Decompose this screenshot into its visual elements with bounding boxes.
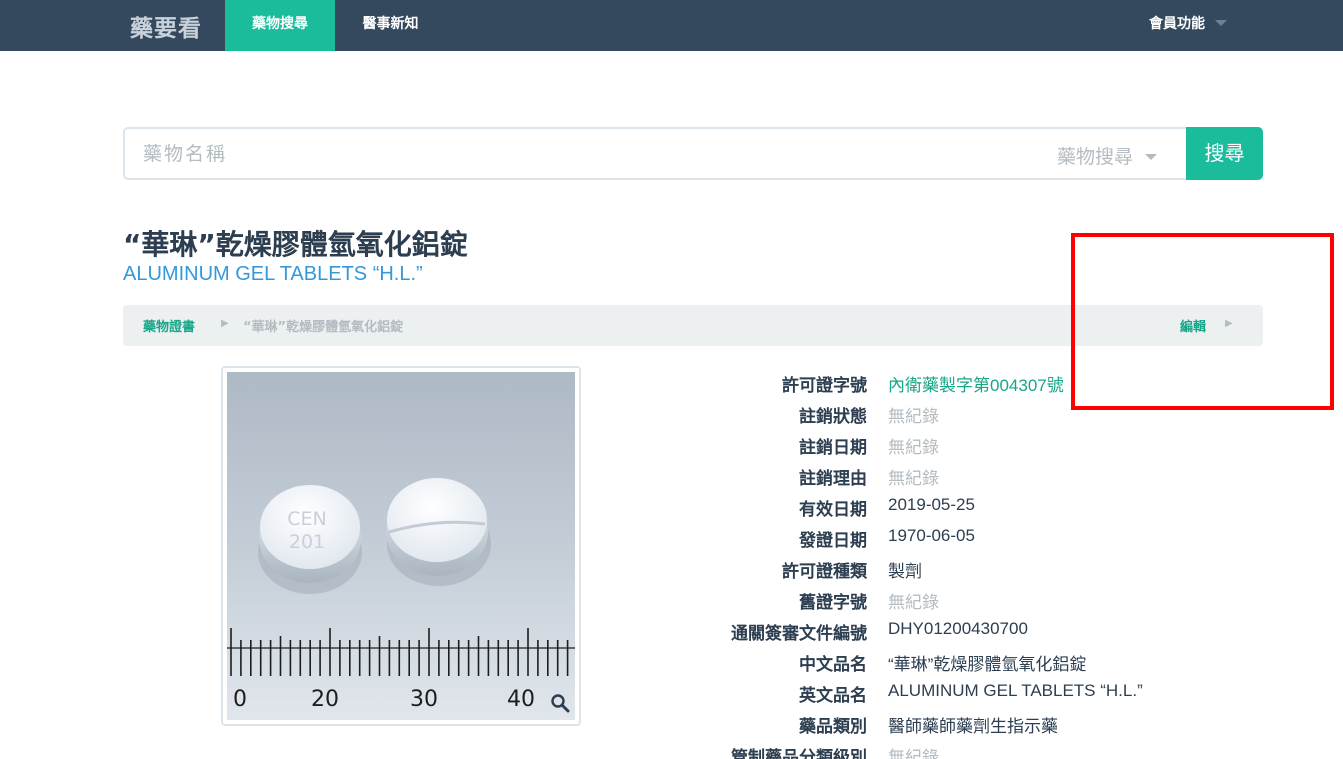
detail-value: DHY01200430700 xyxy=(888,619,1028,638)
nav-item-drug-search[interactable]: 藥物搜尋 xyxy=(225,0,335,51)
drug-image[interactable]: CEN 201 0 20 30 40 xyxy=(221,366,581,726)
search-button[interactable]: 搜尋 xyxy=(1186,127,1263,180)
ruler-label-30: 30 xyxy=(410,687,438,712)
ruler-label-0: 0 xyxy=(233,687,247,712)
detail-value: 醫師藥師藥劑生指示藥 xyxy=(888,717,1058,736)
nav-item-medical-news[interactable]: 醫事新知 xyxy=(343,0,438,51)
top-navbar: 藥要看 藥物搜尋 醫事新知 會員功能 xyxy=(0,0,1343,51)
chevron-down-icon xyxy=(1215,20,1227,26)
detail-value: 2019-05-25 xyxy=(888,495,975,514)
detail-label: 管制藥品分類級別 xyxy=(731,748,867,759)
detail-label: 註銷理由 xyxy=(799,469,867,489)
detail-row: 英文品名 ALUMINUM GEL TABLETS “H.L.” xyxy=(600,676,1240,707)
breadcrumb-root-link[interactable]: 藥物證書 xyxy=(143,316,195,335)
detail-label: 註銷狀態 xyxy=(799,407,867,427)
brand-logo[interactable]: 藥要看 xyxy=(130,9,202,43)
detail-value: 無紀錄 xyxy=(888,469,939,488)
detail-label: 藥品類別 xyxy=(799,717,867,737)
detail-label: 有效日期 xyxy=(799,500,867,520)
chevron-down-icon xyxy=(1145,154,1158,160)
pill-imprint-line2: 201 xyxy=(289,531,325,553)
detail-label: 英文品名 xyxy=(799,686,867,706)
detail-row: 有效日期 2019-05-25 xyxy=(600,490,1240,521)
detail-row: 藥品類別 醫師藥師藥劑生指示藥 xyxy=(600,707,1240,738)
detail-row: 許可證種類 製劑 xyxy=(600,552,1240,583)
drug-photo: CEN 201 0 20 30 40 xyxy=(227,372,575,720)
search-type-select[interactable]: 藥物搜尋 xyxy=(1057,142,1158,169)
search-bar: 藥物搜尋 xyxy=(123,127,1187,180)
detail-row: 註銷日期 無紀錄 xyxy=(600,428,1240,459)
license-number-link[interactable]: 內衛藥製字第004307號 xyxy=(888,371,1064,396)
detail-value: 製劑 xyxy=(888,562,922,581)
nav-item-member-menu[interactable]: 會員功能 xyxy=(1128,0,1248,51)
search-input[interactable] xyxy=(143,129,993,178)
detail-row: 中文品名 “華琳”乾燥膠體氫氧化鋁錠 xyxy=(600,645,1240,676)
detail-value: 無紀錄 xyxy=(888,438,939,457)
breadcrumb-separator-icon: ▶ xyxy=(221,318,229,329)
detail-row: 通關簽審文件編號 DHY01200430700 xyxy=(600,614,1240,645)
member-menu-label: 會員功能 xyxy=(1149,16,1205,32)
detail-label: 許可證字號 xyxy=(782,376,867,396)
ruler-label-20: 20 xyxy=(311,687,339,712)
pill-imprint-line1: CEN xyxy=(287,508,326,530)
detail-row: 舊證字號 無紀錄 xyxy=(600,583,1240,614)
detail-value: “華琳”乾燥膠體氫氧化鋁錠 xyxy=(888,655,1087,674)
drug-title-zh: “華琳”乾燥膠體氫氧化鋁錠 xyxy=(123,228,468,261)
detail-value: 無紀錄 xyxy=(888,407,939,426)
detail-row: 管制藥品分類級別 無紀錄 xyxy=(600,738,1240,759)
detail-row: 註銷理由 無紀錄 xyxy=(600,459,1240,490)
detail-value: 無紀錄 xyxy=(888,593,939,612)
detail-value: ALUMINUM GEL TABLETS “H.L.” xyxy=(888,681,1143,700)
detail-label: 中文品名 xyxy=(799,655,867,675)
search-type-label: 藥物搜尋 xyxy=(1057,146,1134,168)
drug-title-en: ALUMINUM GEL TABLETS “H.L.” xyxy=(123,263,423,285)
detail-label: 發證日期 xyxy=(799,531,867,551)
detail-label: 註銷日期 xyxy=(799,438,867,458)
detail-value: 無紀錄 xyxy=(888,748,939,759)
detail-label: 許可證種類 xyxy=(782,562,867,582)
detail-row: 發證日期 1970-06-05 xyxy=(600,521,1240,552)
detail-label: 通關簽審文件編號 xyxy=(731,624,867,644)
breadcrumb-current: “華琳”乾燥膠體氫氧化鋁錠 xyxy=(243,320,404,335)
highlight-box xyxy=(1071,233,1334,410)
detail-value: 1970-06-05 xyxy=(888,526,975,545)
detail-label: 舊證字號 xyxy=(799,593,867,613)
ruler-label-40: 40 xyxy=(507,687,535,712)
